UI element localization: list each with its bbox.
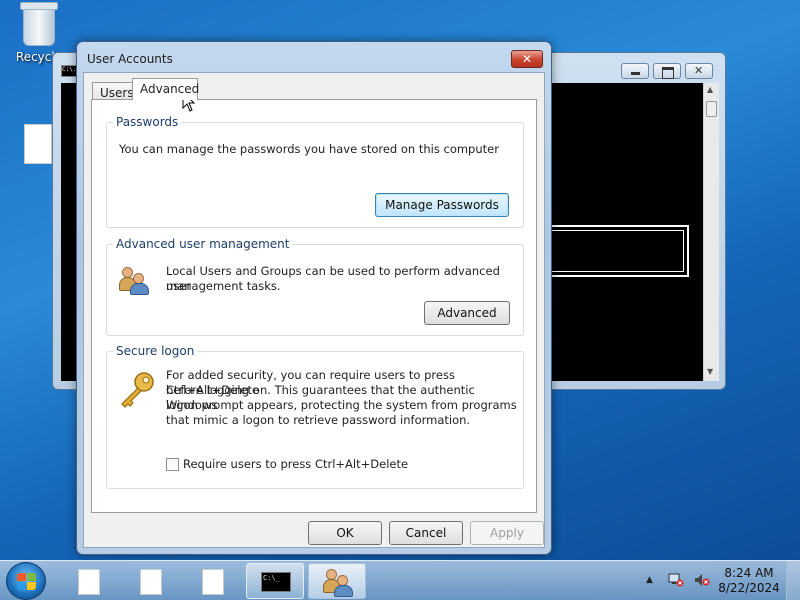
clock-date: 8/22/2024	[718, 581, 780, 595]
maximize-button[interactable]	[653, 63, 681, 79]
cancel-button[interactable]: Cancel	[389, 521, 463, 545]
advanced-mgmt-description-line2: management tasks.	[166, 279, 281, 293]
taskbar-file-icon[interactable]	[78, 569, 100, 595]
manage-passwords-button[interactable]: Manage Passwords	[375, 193, 509, 217]
desktop-file-icon[interactable]	[24, 124, 52, 164]
passwords-description: You can manage the passwords you have st…	[119, 142, 499, 156]
windows-flag-icon	[17, 573, 37, 591]
tab-users[interactable]: Users	[92, 82, 134, 100]
dialog-title: User Accounts	[87, 52, 173, 66]
dialog-close-button[interactable]: ✕	[511, 50, 543, 68]
user-accounts-dialog: User Accounts ✕ Users Advanced Passwords…	[76, 41, 552, 555]
scroll-down-icon[interactable]: ▼	[707, 367, 713, 376]
console-scrollbar[interactable]: ▲ ▼	[703, 83, 719, 381]
dialog-client-area: Users Advanced Passwords You can manage …	[83, 72, 545, 548]
key-icon	[121, 372, 154, 408]
ok-button[interactable]: OK	[308, 521, 382, 545]
advanced-tab-page: Passwords You can manage the passwords y…	[91, 99, 537, 513]
taskbar-cmd-button[interactable]: C:\_	[246, 563, 304, 599]
advanced-user-management-title: Advanced user management	[113, 237, 293, 251]
show-desktop-button[interactable]	[786, 561, 800, 600]
taskbar-file-icon[interactable]	[140, 569, 162, 595]
scroll-thumb[interactable]	[706, 101, 717, 117]
start-button[interactable]	[6, 562, 46, 600]
require-ctrl-alt-delete-checkbox[interactable]	[166, 458, 179, 471]
apply-button[interactable]: Apply	[470, 521, 544, 545]
users-icon	[119, 265, 151, 295]
trash-icon	[20, 2, 58, 46]
passwords-group-title: Passwords	[113, 115, 182, 129]
close-button[interactable]	[685, 63, 713, 79]
advanced-button[interactable]: Advanced	[424, 301, 510, 325]
minimize-button[interactable]	[621, 63, 649, 79]
tab-advanced[interactable]: Advanced	[132, 78, 199, 100]
require-ctrl-alt-delete-label[interactable]: Require users to press Ctrl+Alt+Delete	[183, 457, 408, 472]
system-clock[interactable]: 8:24 AM 8/22/2024	[716, 566, 782, 596]
advanced-user-management-group: Advanced user management Local Users and…	[106, 237, 524, 336]
volume-muted-icon[interactable]	[694, 573, 710, 587]
scroll-up-icon[interactable]: ▲	[707, 85, 713, 94]
cmd-icon: C:\.	[61, 65, 77, 77]
show-hidden-icons-icon[interactable]: ▲	[646, 575, 653, 585]
taskbar-file-icon[interactable]	[202, 569, 224, 595]
passwords-group: Passwords You can manage the passwords y…	[106, 115, 524, 228]
users-icon	[323, 567, 355, 597]
taskbar-user-accounts-button[interactable]	[308, 563, 366, 599]
secure-logon-title: Secure logon	[113, 344, 198, 358]
clock-time: 8:24 AM	[724, 566, 774, 580]
secure-logon-line4: that mimic a logon to retrieve password …	[166, 413, 471, 427]
secure-logon-group: Secure logon For added security, you can…	[106, 344, 524, 489]
taskbar: C:\_ ▲ 8:24 AM 8/22/2024	[0, 560, 800, 600]
network-icon[interactable]	[668, 573, 684, 587]
secure-logon-line3: logon prompt appears, protecting the sys…	[166, 398, 517, 412]
cmd-icon: C:\_	[261, 572, 291, 592]
